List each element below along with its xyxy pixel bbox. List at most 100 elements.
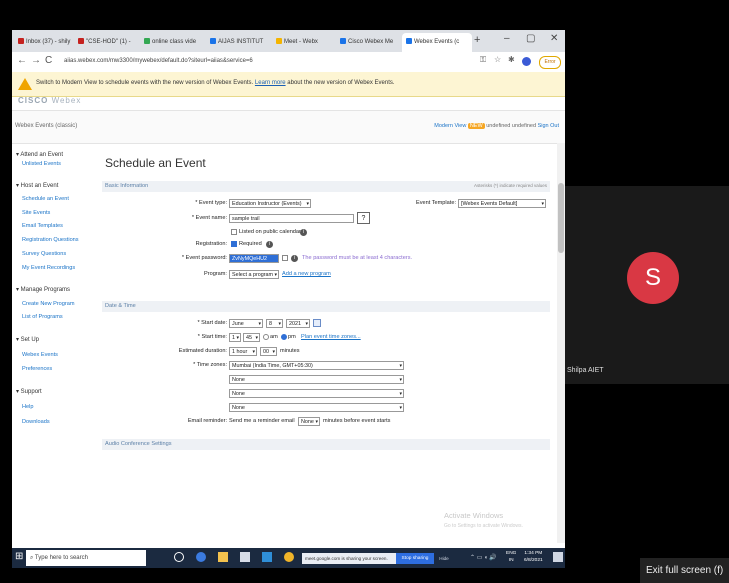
language-indicator[interactable]: ENG IN <box>506 550 516 564</box>
system-tray-icons[interactable]: ⌃ ▭ ◖ 🔊 <box>470 554 497 561</box>
time-zone-select-2[interactable]: None ▾ <box>229 375 404 384</box>
clock-time: 1:34 PM <box>524 551 543 556</box>
start-year-value: 2021 <box>289 321 301 327</box>
forward-button[interactable]: → <box>31 55 41 66</box>
start-day-value: 8 <box>269 321 272 327</box>
error-button[interactable]: Error <box>539 56 561 69</box>
close-window-button[interactable]: ✕ <box>550 33 558 44</box>
url-field[interactable]: aiias.webex.com/mw3300/mywebex/default.d… <box>64 55 444 68</box>
browser-tab-active[interactable]: Webex Events (c <box>402 33 472 52</box>
tab-label: AIJAS INSTITUT <box>218 39 264 45</box>
tab-label: Webex Events (c <box>414 39 460 45</box>
hide-button[interactable]: Hide <box>436 553 452 564</box>
time-zone-select-1[interactable]: Mumbai (India Time, GMT+05:30) ▾ <box>229 361 404 370</box>
file-explorer-icon[interactable] <box>218 552 228 562</box>
start-month-select[interactable]: June ▾ <box>229 319 263 328</box>
maximize-button[interactable]: ▢ <box>526 33 535 44</box>
sidebar-item-schedule-event[interactable]: Schedule an Event <box>22 196 69 202</box>
time-zone-select-4[interactable]: None ▾ <box>229 403 404 412</box>
info-icon[interactable]: i <box>300 229 307 236</box>
start-time-label: * Start time: <box>197 334 227 340</box>
warning-icon <box>18 78 32 90</box>
start-minute-select[interactable]: 45 ▾ <box>243 333 260 342</box>
add-program-link[interactable]: Add a new program <box>282 271 331 277</box>
taskbar-search[interactable]: ⌕ Type here to search <box>26 550 146 566</box>
sidebar-section-support[interactable]: ▾ Support <box>16 388 42 395</box>
event-type-select[interactable]: Education Instructor (Events) ▾ <box>229 199 311 208</box>
browser-tab[interactable]: online class vide <box>140 33 208 52</box>
sidebar-item-help[interactable]: Help <box>22 404 34 410</box>
new-tab-button[interactable]: + <box>474 34 480 46</box>
am-radio[interactable] <box>263 334 269 340</box>
sidebar-item-webex-events[interactable]: Webex Events <box>22 352 58 358</box>
sidebar-item-unlisted-events[interactable]: Unlisted Events <box>22 161 61 167</box>
sidebar-item-downloads[interactable]: Downloads <box>22 419 50 425</box>
program-select[interactable]: Select a program ▾ <box>229 270 279 279</box>
reminder-select[interactable]: None ▾ <box>298 417 320 426</box>
profile-avatar-icon[interactable] <box>522 57 531 66</box>
sidebar-section-programs[interactable]: ▾ Manage Programs <box>16 286 70 293</box>
browser-tab[interactable]: AIJAS INSTITUT <box>206 33 274 52</box>
browser-tab[interactable]: Cisco Webex Me <box>336 33 404 52</box>
exit-fullscreen-button[interactable]: Exit full screen (f) <box>640 558 729 583</box>
minimize-button[interactable]: – <box>504 33 510 44</box>
header-actions: Modern View NEW undefined undefined Sign… <box>434 123 559 129</box>
listed-public-checkbox[interactable] <box>231 229 237 235</box>
star-icon[interactable]: ☆ <box>494 55 501 64</box>
learn-more-link[interactable]: Learn more <box>255 80 286 86</box>
pm-radio[interactable] <box>281 334 287 340</box>
registration-required-checkbox[interactable] <box>231 241 237 247</box>
banner-message-end: about the new version of Webex Events. <box>287 80 395 86</box>
sidebar: ▾ Attend an Event Unlisted Events ▾ Host… <box>12 143 100 543</box>
sidebar-item-survey-questions[interactable]: Survey Questions <box>22 251 66 257</box>
password-toggle-icon[interactable] <box>282 255 288 261</box>
sidebar-item-registration-questions[interactable]: Registration Questions <box>22 237 79 243</box>
time-zone-select-3[interactable]: None ▾ <box>229 389 404 398</box>
mail-icon[interactable] <box>262 552 272 562</box>
back-button[interactable]: ← <box>17 55 27 66</box>
sidebar-item-site-events[interactable]: Site Events <box>22 210 50 216</box>
sign-out-link[interactable]: Sign Out <box>538 123 559 129</box>
sidebar-section-setup[interactable]: ▾ Set Up <box>16 336 39 343</box>
info-icon[interactable]: i <box>291 255 298 262</box>
reload-button[interactable]: C <box>45 55 52 66</box>
key-icon[interactable]: ⚿ <box>480 55 486 65</box>
plan-time-zones-link[interactable]: Plan event time zones... <box>301 334 361 340</box>
notification-icon[interactable] <box>553 552 563 562</box>
windows-start-icon[interactable]: ⊞ <box>15 551 23 562</box>
browser-tab[interactable]: "CSE-HOD" (1) - <box>74 33 142 52</box>
registration-required-label: Required <box>239 241 262 247</box>
page-scrollbar[interactable] <box>557 143 565 543</box>
stop-sharing-button[interactable]: Stop sharing <box>396 553 434 564</box>
sidebar-section-host[interactable]: ▾ Host an Event <box>16 182 58 189</box>
start-hour-select[interactable]: 1 ▾ <box>229 333 241 342</box>
sidebar-item-email-templates[interactable]: Email Templates <box>22 223 63 229</box>
taskbar-clock[interactable]: 1:34 PM 6/8/2021 <box>524 550 543 564</box>
browser-tab[interactable]: Meet - Webx <box>272 33 338 52</box>
modern-view-link[interactable]: Modern View <box>434 123 466 129</box>
duration-hour-select[interactable]: 1 hour ▾ <box>229 347 257 356</box>
event-password-input[interactable]: ZvNyMQeHU2 <box>229 254 279 263</box>
sidebar-item-create-program[interactable]: Create New Program <box>22 301 75 307</box>
logo-product: Webex <box>51 96 82 105</box>
sidebar-item-preferences[interactable]: Preferences <box>22 366 52 372</box>
scrollbar-thumb[interactable] <box>558 183 564 253</box>
help-icon[interactable]: ? <box>357 212 370 224</box>
chevron-down-icon: ▾ <box>399 391 402 397</box>
sidebar-item-event-recordings[interactable]: My Event Recordings <box>22 265 75 271</box>
info-icon[interactable]: i <box>266 241 273 248</box>
cortana-icon[interactable] <box>174 552 184 562</box>
extensions-icon[interactable]: ✱ <box>508 55 515 64</box>
event-template-select[interactable]: [Webex Events Default] ▾ <box>458 199 546 208</box>
event-name-input[interactable]: sample trail <box>229 214 354 223</box>
start-day-select[interactable]: 8 ▾ <box>266 319 283 328</box>
duration-minute-select[interactable]: 00 ▾ <box>260 347 277 356</box>
chrome-icon[interactable] <box>284 552 294 562</box>
sidebar-section-attend[interactable]: ▾ Attend an Event <box>16 151 63 158</box>
browser-tab[interactable]: Inbox (37) - shily <box>14 33 76 52</box>
store-icon[interactable] <box>240 552 250 562</box>
sidebar-item-list-programs[interactable]: List of Programs <box>22 314 63 320</box>
start-year-select[interactable]: 2021 ▾ <box>286 319 310 328</box>
edge-icon[interactable] <box>196 552 206 562</box>
calendar-icon[interactable] <box>313 319 321 327</box>
